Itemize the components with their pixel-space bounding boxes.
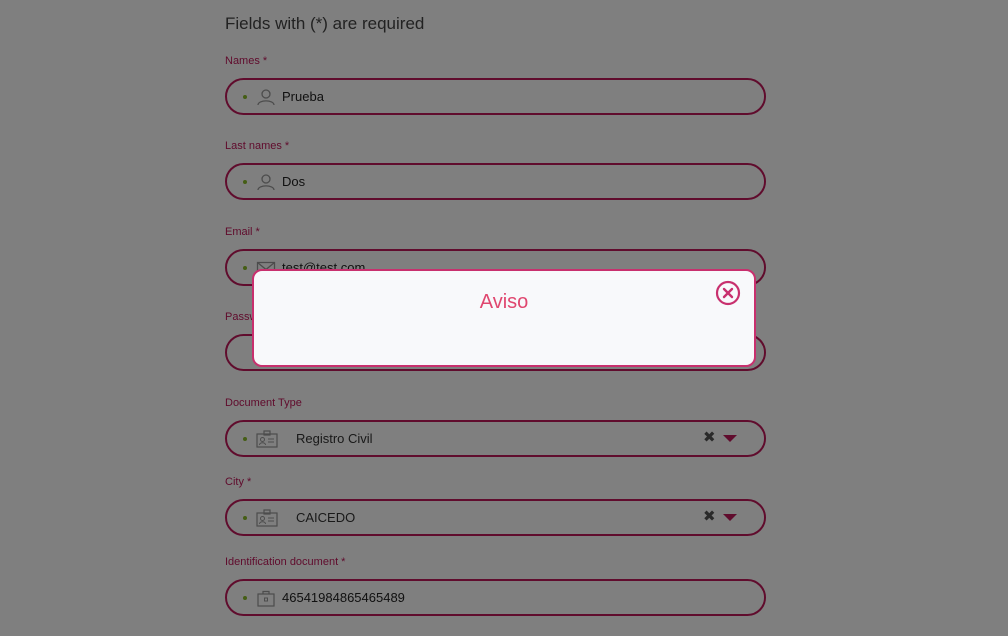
close-circle-icon[interactable] — [715, 280, 741, 306]
notice-dialog: Aviso — [252, 269, 756, 367]
dialog-title: Aviso — [479, 291, 529, 313]
